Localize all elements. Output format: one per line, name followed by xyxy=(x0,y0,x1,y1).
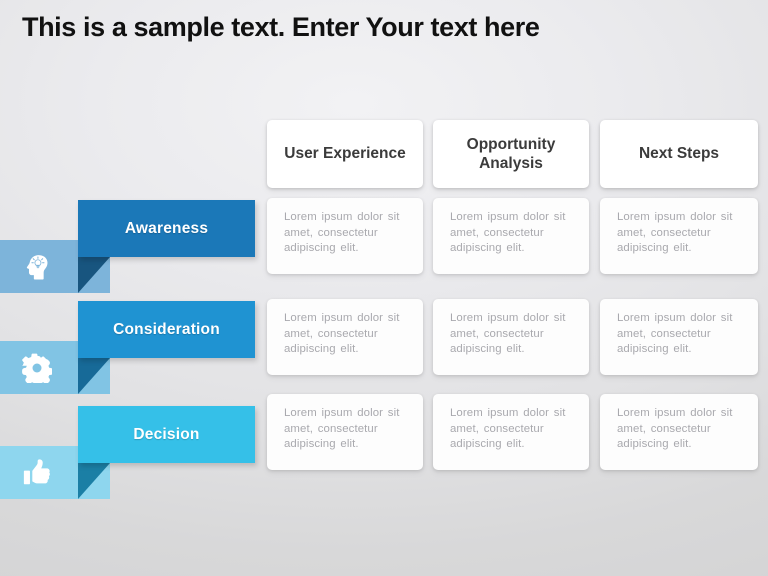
column-header-opportunity-analysis[interactable]: Opportunity Analysis xyxy=(433,120,589,188)
ribbon-fold-decision xyxy=(78,463,110,499)
row-ribbon-decision[interactable]: Decision xyxy=(78,406,255,463)
cell-decision-next-steps[interactable]: Lorem ipsum dolor sit amet, consectetur … xyxy=(600,394,758,470)
row-ribbon-consideration[interactable]: Consideration xyxy=(78,301,255,358)
cell-decision-opportunity-analysis[interactable]: Lorem ipsum dolor sit amet, consectetur … xyxy=(433,394,589,470)
ribbon-fold-consideration xyxy=(78,358,110,394)
column-header-user-experience[interactable]: User Experience xyxy=(267,120,423,188)
gear-icon xyxy=(22,353,52,383)
cell-text: Lorem ipsum dolor sit amet, consectetur … xyxy=(284,312,400,356)
cell-text: Lorem ipsum dolor sit amet, consectetur … xyxy=(284,407,400,451)
head-lightbulb-icon xyxy=(22,252,52,282)
cell-text: Lorem ipsum dolor sit amet, consectetur … xyxy=(617,211,733,255)
slide-canvas: This is a sample text. Enter Your text h… xyxy=(0,0,768,576)
cell-awareness-user-experience[interactable]: Lorem ipsum dolor sit amet, consectetur … xyxy=(267,198,423,274)
row-ribbon-awareness[interactable]: Awareness xyxy=(78,200,255,257)
cell-text: Lorem ipsum dolor sit amet, consectetur … xyxy=(450,407,566,451)
column-header-next-steps[interactable]: Next Steps xyxy=(600,120,758,188)
cell-text: Lorem ipsum dolor sit amet, consectetur … xyxy=(617,312,733,356)
cell-consideration-opportunity-analysis[interactable]: Lorem ipsum dolor sit amet, consectetur … xyxy=(433,299,589,375)
row-label: Awareness xyxy=(124,219,209,237)
column-header-label: Opportunity Analysis xyxy=(466,135,556,172)
cell-text: Lorem ipsum dolor sit amet, consectetur … xyxy=(450,312,566,356)
row-label: Decision xyxy=(133,425,200,443)
cell-text: Lorem ipsum dolor sit amet, consectetur … xyxy=(450,211,566,255)
cell-decision-user-experience[interactable]: Lorem ipsum dolor sit amet, consectetur … xyxy=(267,394,423,470)
cell-awareness-opportunity-analysis[interactable]: Lorem ipsum dolor sit amet, consectetur … xyxy=(433,198,589,274)
cell-consideration-next-steps[interactable]: Lorem ipsum dolor sit amet, consectetur … xyxy=(600,299,758,375)
thumbs-up-icon xyxy=(22,458,52,488)
cell-consideration-user-experience[interactable]: Lorem ipsum dolor sit amet, consectetur … xyxy=(267,299,423,375)
cell-text: Lorem ipsum dolor sit amet, consectetur … xyxy=(284,211,400,255)
cell-awareness-next-steps[interactable]: Lorem ipsum dolor sit amet, consectetur … xyxy=(600,198,758,274)
row-label: Consideration xyxy=(113,320,220,338)
page-title: This is a sample text. Enter Your text h… xyxy=(22,12,540,42)
column-header-label: User Experience xyxy=(284,145,406,163)
ribbon-fold-awareness xyxy=(78,257,110,293)
column-header-label: Next Steps xyxy=(638,145,720,163)
cell-text: Lorem ipsum dolor sit amet, consectetur … xyxy=(617,407,733,451)
